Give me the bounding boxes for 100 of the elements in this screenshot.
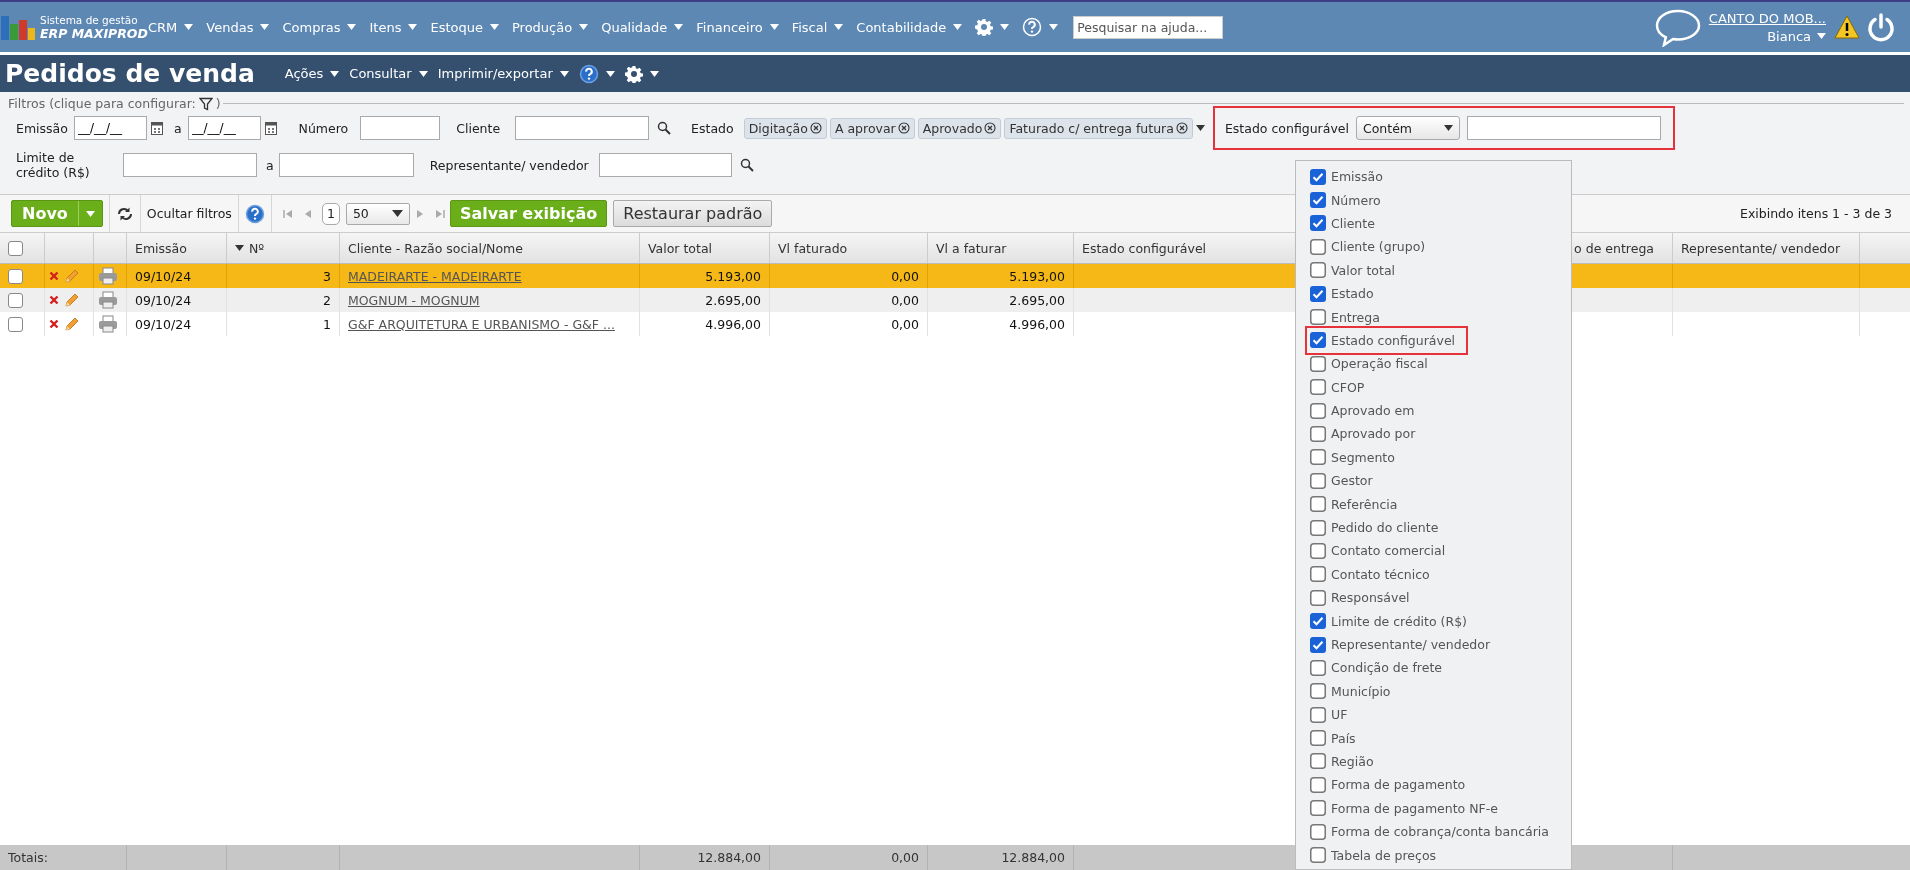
column-option[interactable]: Condição de frete xyxy=(1308,656,1444,680)
checkbox[interactable] xyxy=(1310,215,1326,232)
column-option[interactable]: Responsável xyxy=(1308,586,1412,610)
remove-icon[interactable] xyxy=(984,122,997,134)
input-field[interactable] xyxy=(123,153,257,177)
checkbox[interactable] xyxy=(8,240,23,256)
calendar-icon[interactable] xyxy=(150,121,163,135)
column-header[interactable]: Emissão xyxy=(135,240,187,256)
column-option[interactable]: UF xyxy=(1308,703,1350,727)
checkbox[interactable] xyxy=(1310,332,1326,349)
menu-item[interactable]: Qualidade xyxy=(601,19,684,35)
help-icon[interactable] xyxy=(244,203,265,224)
status-tag[interactable]: Digitação xyxy=(743,117,827,139)
refresh-icon[interactable] xyxy=(115,205,134,222)
caret-icon[interactable] xyxy=(330,70,340,77)
sort-descending-icon[interactable] xyxy=(235,245,244,251)
column-option[interactable]: Operação fiscal xyxy=(1308,352,1430,376)
calendar-icon[interactable] xyxy=(264,121,277,135)
menu-item[interactable]: Consultar xyxy=(349,66,428,81)
checkbox[interactable] xyxy=(1310,192,1326,209)
printer-icon[interactable] xyxy=(98,315,118,333)
input-field[interactable]: __/__/__ xyxy=(187,116,261,140)
menu-item[interactable]: Produção xyxy=(511,19,589,35)
checkbox[interactable] xyxy=(1310,636,1326,653)
power-icon[interactable] xyxy=(1866,12,1896,42)
remove-icon[interactable] xyxy=(809,122,822,134)
checkbox[interactable] xyxy=(1310,426,1326,442)
column-option[interactable]: Segmento xyxy=(1308,445,1397,470)
menu-item[interactable]: Imprimir/exportar xyxy=(437,66,569,81)
checkbox[interactable] xyxy=(1310,683,1326,700)
printer-icon[interactable] xyxy=(98,267,118,285)
caret-icon[interactable] xyxy=(605,70,615,77)
column-option[interactable]: Número xyxy=(1308,188,1383,212)
checkbox[interactable] xyxy=(1310,566,1326,583)
column-option[interactable]: Forma de cobrança/conta bancária xyxy=(1308,819,1551,844)
caret-icon[interactable] xyxy=(649,70,659,77)
checkbox[interactable] xyxy=(1310,262,1326,279)
checkbox[interactable] xyxy=(1310,168,1326,185)
column-option[interactable]: Contato técnico xyxy=(1308,562,1432,587)
delete-icon[interactable] xyxy=(49,319,59,329)
menu-item[interactable]: Itens xyxy=(369,19,418,35)
column-option[interactable]: Limite de crédito (R$) xyxy=(1308,609,1469,633)
client-link[interactable]: MOGNUM - MOGNUM xyxy=(348,292,480,308)
column-option[interactable]: Contato comercial xyxy=(1308,539,1448,563)
checkbox[interactable] xyxy=(1310,402,1326,419)
checkbox[interactable] xyxy=(1310,613,1326,630)
menu-item[interactable]: Ações xyxy=(284,66,340,81)
checkbox[interactable] xyxy=(1310,496,1326,513)
status-tag[interactable]: A aprovar xyxy=(829,117,915,139)
checkbox[interactable] xyxy=(1310,823,1326,840)
checkbox[interactable] xyxy=(1310,355,1326,372)
input-field[interactable] xyxy=(1467,116,1661,140)
column-option[interactable]: Pedido do cliente xyxy=(1308,515,1441,540)
column-option[interactable]: Município xyxy=(1308,679,1393,703)
checkbox[interactable] xyxy=(1310,519,1326,536)
client-link[interactable]: G&F ARQUITETURA E URBANISMO - G&F ... xyxy=(348,316,615,332)
checkbox[interactable] xyxy=(8,268,23,284)
remove-icon[interactable] xyxy=(897,122,910,134)
help-icon[interactable] xyxy=(578,63,599,84)
search-icon[interactable] xyxy=(739,158,754,172)
remove-icon[interactable] xyxy=(1175,122,1188,134)
checkbox[interactable] xyxy=(1310,309,1326,326)
column-option[interactable]: Forma de pagamento NF-e xyxy=(1308,796,1500,820)
checkbox[interactable] xyxy=(1310,659,1326,676)
checkbox[interactable] xyxy=(1310,238,1326,255)
filter-icon[interactable] xyxy=(198,96,213,111)
input-field[interactable] xyxy=(598,153,732,177)
caret-icon[interactable] xyxy=(391,210,403,217)
settings-icon[interactable] xyxy=(624,64,643,83)
column-option[interactable]: Emissão xyxy=(1308,165,1385,189)
company-link[interactable]: CANTO DO MOB... xyxy=(1708,10,1826,26)
menu-item[interactable]: Financeiro xyxy=(696,19,779,35)
column-option[interactable]: Cliente xyxy=(1308,211,1377,236)
column-option[interactable]: Cliente (grupo) xyxy=(1308,235,1428,259)
column-option[interactable]: Aprovado por xyxy=(1308,422,1418,446)
operator-select[interactable]: Contém xyxy=(1356,116,1460,140)
checkbox[interactable] xyxy=(1310,730,1326,747)
checkbox[interactable] xyxy=(1310,589,1326,606)
column-option[interactable]: País xyxy=(1308,726,1358,750)
menu-item[interactable]: Contabilidade xyxy=(856,19,963,35)
column-option[interactable]: CFOP xyxy=(1308,375,1367,399)
page-number-field[interactable]: 1 xyxy=(321,202,340,225)
column-option[interactable]: Aprovado em xyxy=(1308,398,1417,423)
column-header[interactable]: Vl a faturar xyxy=(936,240,1007,256)
column-option[interactable]: Região xyxy=(1308,749,1376,774)
page-size-select[interactable]: 50 xyxy=(345,202,410,225)
checkbox[interactable] xyxy=(1310,285,1326,302)
delete-icon[interactable] xyxy=(49,295,59,305)
caret-icon[interactable] xyxy=(559,70,569,77)
caret-icon[interactable] xyxy=(1444,125,1453,131)
status-tag[interactable]: Aprovado xyxy=(917,117,1002,139)
column-header[interactable]: Representante/ vendedor xyxy=(1681,240,1841,256)
search-icon[interactable] xyxy=(657,121,672,135)
column-header[interactable]: Estado configurável xyxy=(1082,240,1207,256)
column-header[interactable]: Valor total xyxy=(648,240,713,256)
column-option[interactable]: Forma de pagamento xyxy=(1308,773,1468,797)
pencil-icon[interactable] xyxy=(64,292,80,308)
delete-icon[interactable] xyxy=(49,271,59,281)
column-option[interactable]: Tabela de preços xyxy=(1308,843,1439,867)
checkbox[interactable] xyxy=(1310,776,1326,793)
